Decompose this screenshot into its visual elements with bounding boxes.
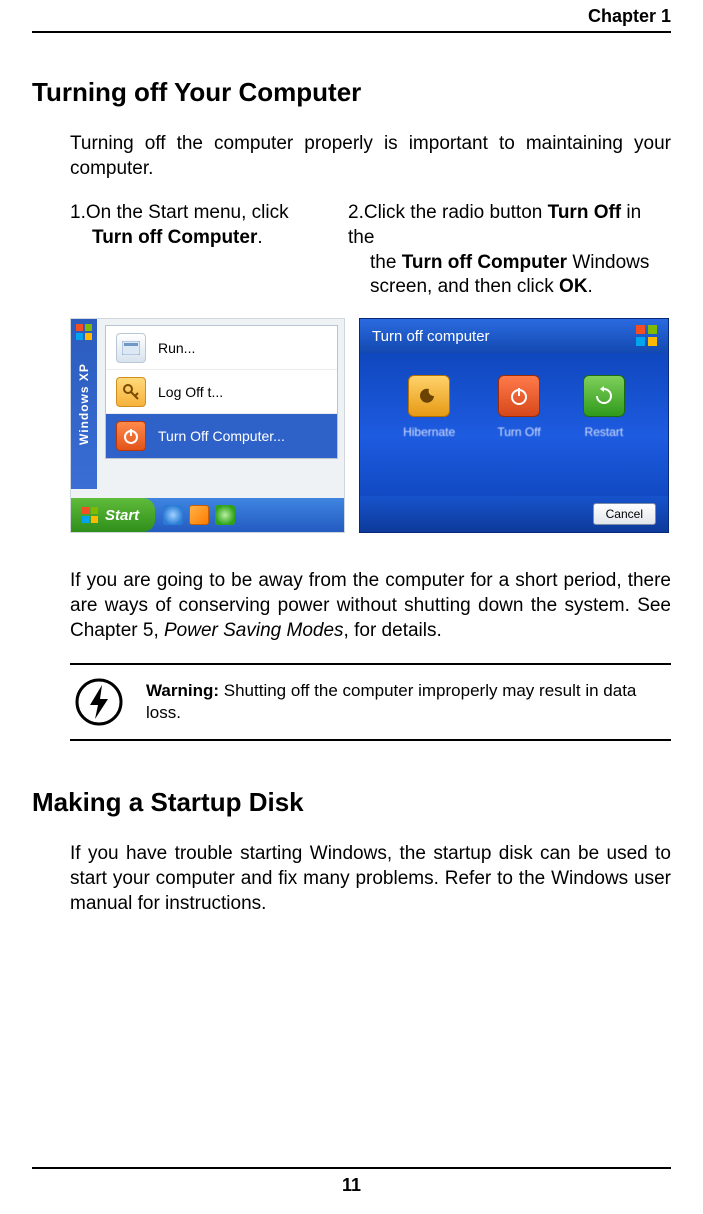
dialog-options: Hibernate Turn Off Restart: [360, 375, 668, 439]
start-button-label: Start: [105, 507, 139, 524]
section-title-turning-off: Turning off Your Computer: [32, 77, 671, 108]
step-1: 1.On the Start menu, click Turn off Comp…: [70, 201, 330, 300]
start-button[interactable]: Start: [71, 498, 155, 532]
restart-icon: [583, 375, 625, 417]
step-2-text-prefix: the: [370, 252, 402, 273]
figure-start-menu: Windows XP Run... Log Off t...: [70, 318, 345, 533]
dialog-title-bar: Turn off computer: [360, 319, 668, 353]
menu-item-run-label: Run...: [158, 340, 195, 356]
figures-row: Windows XP Run... Log Off t...: [70, 318, 671, 533]
menu-item-run[interactable]: Run...: [106, 326, 337, 370]
start-menu-panel: Run... Log Off t... Turn Off Computer...: [105, 325, 338, 459]
media-player-icon[interactable]: [215, 505, 235, 525]
messenger-icon[interactable]: [189, 505, 209, 525]
option-restart-label: Restart: [585, 425, 624, 439]
option-hibernate[interactable]: Hibernate: [403, 375, 455, 439]
option-restart[interactable]: Restart: [583, 375, 625, 439]
menu-item-logoff[interactable]: Log Off t...: [106, 370, 337, 414]
windows-flag-icon: [634, 323, 660, 349]
hibernate-icon: [408, 375, 450, 417]
warning-text: Warning: Shutting off the computer impro…: [146, 680, 667, 724]
windows-flag-icon: [81, 506, 99, 524]
windows-logo-icon: [75, 323, 93, 341]
steps-row: 1.On the Start menu, click Turn off Comp…: [70, 201, 671, 300]
step-2-bold-3: OK: [559, 276, 588, 297]
power-icon: [116, 421, 146, 451]
cancel-button[interactable]: Cancel: [593, 503, 656, 525]
run-icon: [116, 333, 146, 363]
quick-launch: [163, 505, 235, 525]
step-2-bold-1: Turn Off: [548, 202, 622, 223]
intro-paragraph: Turning off the computer properly is imp…: [70, 132, 671, 181]
step-2-bold-2: Turn off Computer: [402, 252, 567, 273]
warning-label: Warning:: [146, 681, 219, 700]
step-1-bold: Turn off Computer: [92, 227, 257, 248]
ie-icon[interactable]: [163, 505, 183, 525]
lightning-warning-icon: [74, 677, 124, 727]
menu-item-turnoff-label: Turn Off Computer...: [158, 428, 285, 444]
key-icon: [116, 377, 146, 407]
option-turnoff[interactable]: Turn Off: [497, 375, 540, 439]
menu-item-turnoff[interactable]: Turn Off Computer...: [106, 414, 337, 458]
step-2: 2.Click the radio button Turn Off in the…: [348, 201, 671, 300]
dialog-title-text: Turn off computer: [372, 328, 490, 345]
after-text-c: , for details.: [344, 620, 442, 641]
option-turnoff-label: Turn Off: [497, 425, 540, 439]
dialog-footer: Cancel: [360, 496, 668, 532]
chapter-label: Chapter 1: [588, 6, 671, 26]
step-2-text-a: Click the radio button: [364, 202, 548, 223]
step-1-text-c: .: [257, 227, 262, 248]
option-hibernate-label: Hibernate: [403, 425, 455, 439]
page-number: 11: [342, 1175, 361, 1195]
step-2-number: 2.: [348, 202, 364, 223]
after-paragraph: If you are going to be away from the com…: [70, 569, 671, 643]
turnoff-icon: [498, 375, 540, 417]
warning-body: Shutting off the computer improperly may…: [146, 681, 636, 722]
after-italic: Power Saving Modes: [164, 620, 344, 641]
figure-turnoff-dialog: Turn off computer Hibernate Turn O: [359, 318, 669, 533]
step-1-number: 1.: [70, 202, 86, 223]
startup-disk-paragraph: If you have trouble starting Windows, th…: [70, 842, 671, 916]
page-footer: 11: [32, 1167, 671, 1196]
xp-side-tab: Windows XP: [71, 319, 97, 489]
page-header: Chapter 1: [32, 0, 671, 33]
step-2-text-g: .: [588, 276, 593, 297]
step-1-text-a: On the Start menu, click: [86, 202, 289, 223]
section-title-startup-disk: Making a Startup Disk: [32, 787, 671, 818]
warning-box: Warning: Shutting off the computer impro…: [70, 663, 671, 741]
menu-item-logoff-label: Log Off t...: [158, 384, 223, 400]
taskbar: Start: [71, 498, 344, 532]
